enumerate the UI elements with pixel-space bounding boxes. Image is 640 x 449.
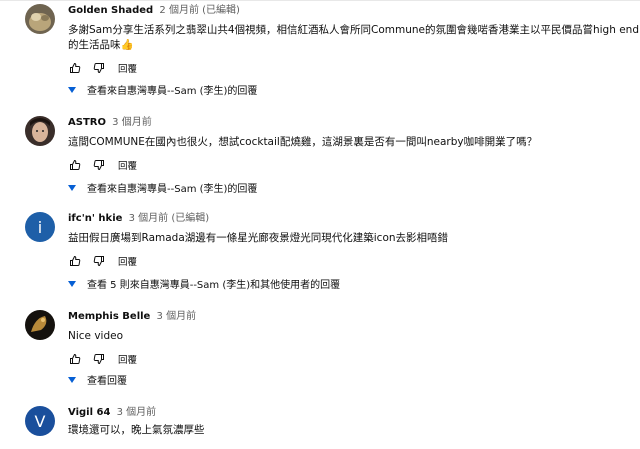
comment-actions: 回覆: [68, 352, 640, 366]
comment-author[interactable]: Golden Shaded: [68, 5, 153, 16]
comment-text-line: 的生活品味👍: [68, 39, 134, 51]
avatar[interactable]: i: [25, 212, 55, 242]
thumbs-up-icon[interactable]: [68, 254, 82, 268]
top-edge: [0, 0, 640, 1]
comment-meta: ASTRO 3 個月前: [68, 116, 640, 130]
comment-text: 這間COMMUNE在國內也很火，想試cocktail配燒雞，這湖景裏是否有一間叫…: [68, 136, 538, 148]
comment-text: 環境還可以，晚上氣氛濃厚些: [68, 424, 205, 436]
comment-text: 益田假日廣場到Ramada湖邊有一條星光廊夜景燈光同現代化建築icon去影相唔錯: [68, 232, 449, 244]
view-replies-label: 查看來自惠灣專員--Sam (李生)的回覆: [87, 86, 258, 97]
thumbs-up-icon[interactable]: [68, 352, 82, 366]
comment-time[interactable]: 3 個月前 (已編輯): [129, 213, 210, 224]
comment-time[interactable]: 3 個月前: [117, 407, 157, 418]
reply-button[interactable]: 回覆: [118, 61, 137, 75]
view-replies-button[interactable]: 查看回覆: [68, 372, 127, 387]
chevron-down-icon: [68, 279, 78, 289]
view-replies-label: 查看回覆: [87, 376, 127, 387]
comment-time[interactable]: 3 個月前: [157, 311, 197, 322]
comment-author[interactable]: ASTRO: [68, 117, 106, 128]
avatar-letter: i: [37, 217, 43, 237]
chevron-down-icon: [68, 85, 78, 95]
chevron-down-icon: [68, 183, 78, 193]
comment-meta: Memphis Belle 3 個月前: [68, 310, 640, 324]
comment-actions: 回覆: [68, 158, 640, 172]
thumbs-down-icon[interactable]: [92, 158, 106, 172]
comment-time[interactable]: 3 個月前: [112, 117, 152, 128]
thumbs-up-icon[interactable]: [68, 61, 82, 75]
reply-button[interactable]: 回覆: [118, 254, 137, 268]
comment-meta: ifc'n' hkie 3 個月前 (已編輯): [68, 212, 640, 226]
comment-text-line: 多謝Sam分享生活系列之翡翠山共4個視頻，相信紅酒私人會所同Commune的氛圍…: [68, 24, 639, 36]
avatar-letter: V: [34, 411, 46, 431]
avatar[interactable]: [25, 4, 55, 34]
view-replies-button[interactable]: 查看來自惠灣專員--Sam (李生)的回覆: [68, 180, 257, 195]
avatar[interactable]: V: [25, 406, 55, 436]
avatar[interactable]: [25, 116, 55, 146]
thumbs-down-icon[interactable]: [92, 61, 106, 75]
thumbs-up-icon[interactable]: [68, 158, 82, 172]
chevron-down-icon: [68, 375, 78, 385]
view-replies-button[interactable]: 查看 5 則來自惠灣專員--Sam (李生)和其他使用者的回覆: [68, 276, 340, 291]
comment-author[interactable]: Memphis Belle: [68, 311, 150, 322]
comment-text: Nice video: [68, 330, 124, 342]
comment-meta: Golden Shaded 2 個月前 (已編輯): [68, 4, 640, 18]
comment-actions: 回覆: [68, 61, 640, 75]
reply-button[interactable]: 回覆: [118, 352, 137, 366]
view-replies-button[interactable]: 查看來自惠灣專員--Sam (李生)的回覆: [68, 82, 257, 97]
comment-text: 多謝Sam分享生活系列之翡翠山共4個視頻，相信紅酒私人會所同Commune的氛圍…: [68, 23, 640, 53]
thumbs-down-icon[interactable]: [92, 254, 106, 268]
view-replies-label: 查看 5 則來自惠灣專員--Sam (李生)和其他使用者的回覆: [87, 280, 341, 291]
view-replies-label: 查看來自惠灣專員--Sam (李生)的回覆: [87, 184, 258, 195]
avatar[interactable]: [25, 310, 55, 340]
comment-meta: Vigil 64 3 個月前: [68, 406, 640, 420]
comment-actions: 回覆: [68, 254, 640, 268]
comment-author[interactable]: ifc'n' hkie: [68, 213, 122, 224]
comment-time[interactable]: 2 個月前 (已編輯): [159, 5, 240, 16]
thumbs-down-icon[interactable]: [92, 352, 106, 366]
comment-author[interactable]: Vigil 64: [68, 407, 110, 418]
reply-button[interactable]: 回覆: [118, 158, 137, 172]
